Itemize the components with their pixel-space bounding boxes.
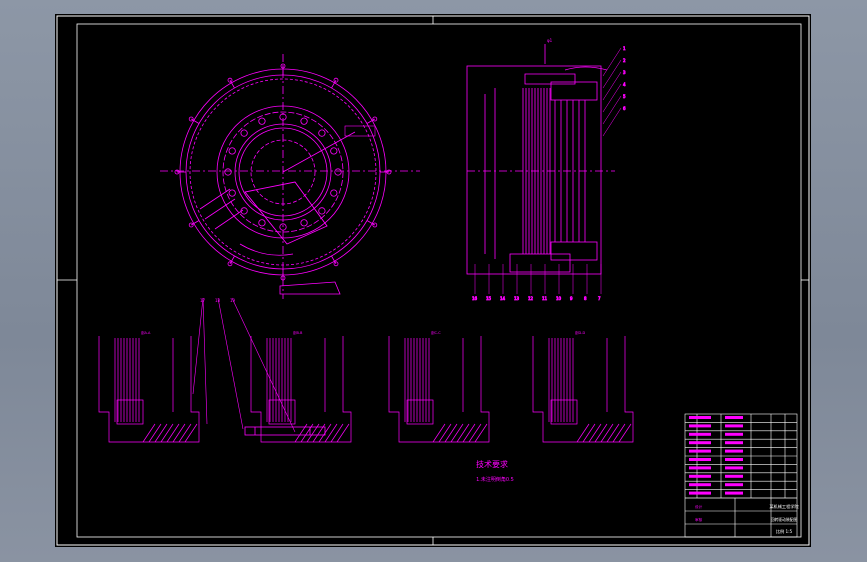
dimension-label: φ1 <box>547 38 553 43</box>
callout-label: 6 <box>623 106 626 111</box>
callout-label: 9 <box>570 296 573 301</box>
bom-entry <box>689 416 711 419</box>
callout-label: 11 <box>542 296 548 301</box>
section-view-3: 剖C-C <box>388 330 490 443</box>
section-view-4: 剖D-D <box>532 330 634 443</box>
title-company: 某机械工程学院 <box>769 503 799 510</box>
bom-entry <box>725 458 743 461</box>
callout-label: 13 <box>514 296 520 301</box>
front-view <box>160 54 420 299</box>
bom-entry <box>689 424 711 428</box>
bolt-hole <box>330 147 338 155</box>
bom-entry <box>725 424 743 428</box>
bolt-hole <box>224 168 232 176</box>
section-view-2: 剖B-B <box>250 330 352 443</box>
callout-label: 2 <box>623 58 626 63</box>
rim-lug-hole <box>227 261 233 267</box>
bolt-hole <box>318 129 326 137</box>
section-label: 剖D-D <box>575 330 585 335</box>
callout-label: 15 <box>486 296 492 301</box>
bom-entry <box>725 449 743 453</box>
bolt-hole <box>228 147 236 155</box>
callout-label: 12 <box>528 296 534 301</box>
callout-label: 19 <box>230 298 236 303</box>
side-section-view: φ1 123456 16 15 14 13 12 11 10 9 8 7 <box>466 38 626 301</box>
callout-label: 17 <box>200 298 206 303</box>
callout-label: 8 <box>584 296 587 301</box>
drawing-canvas: φ1 123456 16 15 14 13 12 11 10 9 8 7 17 18 19 剖A-A 剖… <box>56 15 810 546</box>
callout-label: 1 <box>623 46 626 51</box>
bolt-hole <box>330 189 338 197</box>
callout-label: 14 <box>500 296 506 301</box>
frame-ticks <box>57 16 809 545</box>
bolt-hole <box>300 219 308 227</box>
section-label: 剖A-A <box>141 330 151 335</box>
callout-label: 4 <box>623 82 626 87</box>
bom-entry <box>689 458 711 461</box>
bom-entry <box>689 483 711 487</box>
bom-entry <box>689 449 711 453</box>
bom-entry <box>725 432 743 436</box>
bom-entry <box>725 491 743 495</box>
bolt-hole <box>334 168 342 176</box>
callout-label: 7 <box>598 296 601 301</box>
section-label: 剖C-C <box>431 330 441 335</box>
mid-leaders <box>192 297 296 433</box>
section-label: 剖B-B <box>293 330 303 335</box>
title-designer: 设计 <box>695 504 703 509</box>
tech-requirements-title: 技术要求 <box>476 459 508 469</box>
bolt-hole <box>279 223 287 231</box>
bolt-hole <box>318 207 326 215</box>
bom-entry <box>689 441 711 445</box>
bolt-hole <box>258 219 266 227</box>
callout-label: 18 <box>215 298 221 303</box>
bom-entry <box>689 466 711 470</box>
outer-frame <box>56 15 810 546</box>
bom-entry <box>725 474 743 478</box>
bolt-hole <box>258 117 266 125</box>
bom-entry <box>725 441 743 445</box>
bom-entry <box>689 491 711 495</box>
drawing-sheet: φ1 123456 16 15 14 13 12 11 10 9 8 7 17 18 19 剖A-A 剖… <box>55 14 811 547</box>
bom-entry <box>689 474 711 478</box>
bolt-hole <box>228 189 236 197</box>
rim-lug-hole <box>333 261 339 267</box>
callout-label: 3 <box>623 70 626 75</box>
callout-label: 10 <box>556 296 562 301</box>
section-view-1: 剖A-A <box>98 330 200 443</box>
bolt-hole <box>300 117 308 125</box>
title-scale: 比例 1:5 <box>776 528 793 535</box>
tech-requirements-note: 1.未注明倒角0.5 <box>476 476 514 483</box>
bom-entry <box>725 416 743 419</box>
title-checker: 审核 <box>695 517 703 522</box>
bolt-detail <box>244 426 326 436</box>
bom-entry <box>725 483 743 487</box>
callout-label: 5 <box>623 94 626 99</box>
title-drawing-name: 回转驱动装配图 <box>771 517 798 522</box>
bom-entry <box>689 432 711 436</box>
cad-viewport[interactable]: φ1 123456 16 15 14 13 12 11 10 9 8 7 17 18 19 剖A-A 剖… <box>0 0 867 562</box>
bolt-hole <box>240 129 248 137</box>
callout-label: 16 <box>472 296 478 301</box>
bom-entry <box>725 466 743 470</box>
